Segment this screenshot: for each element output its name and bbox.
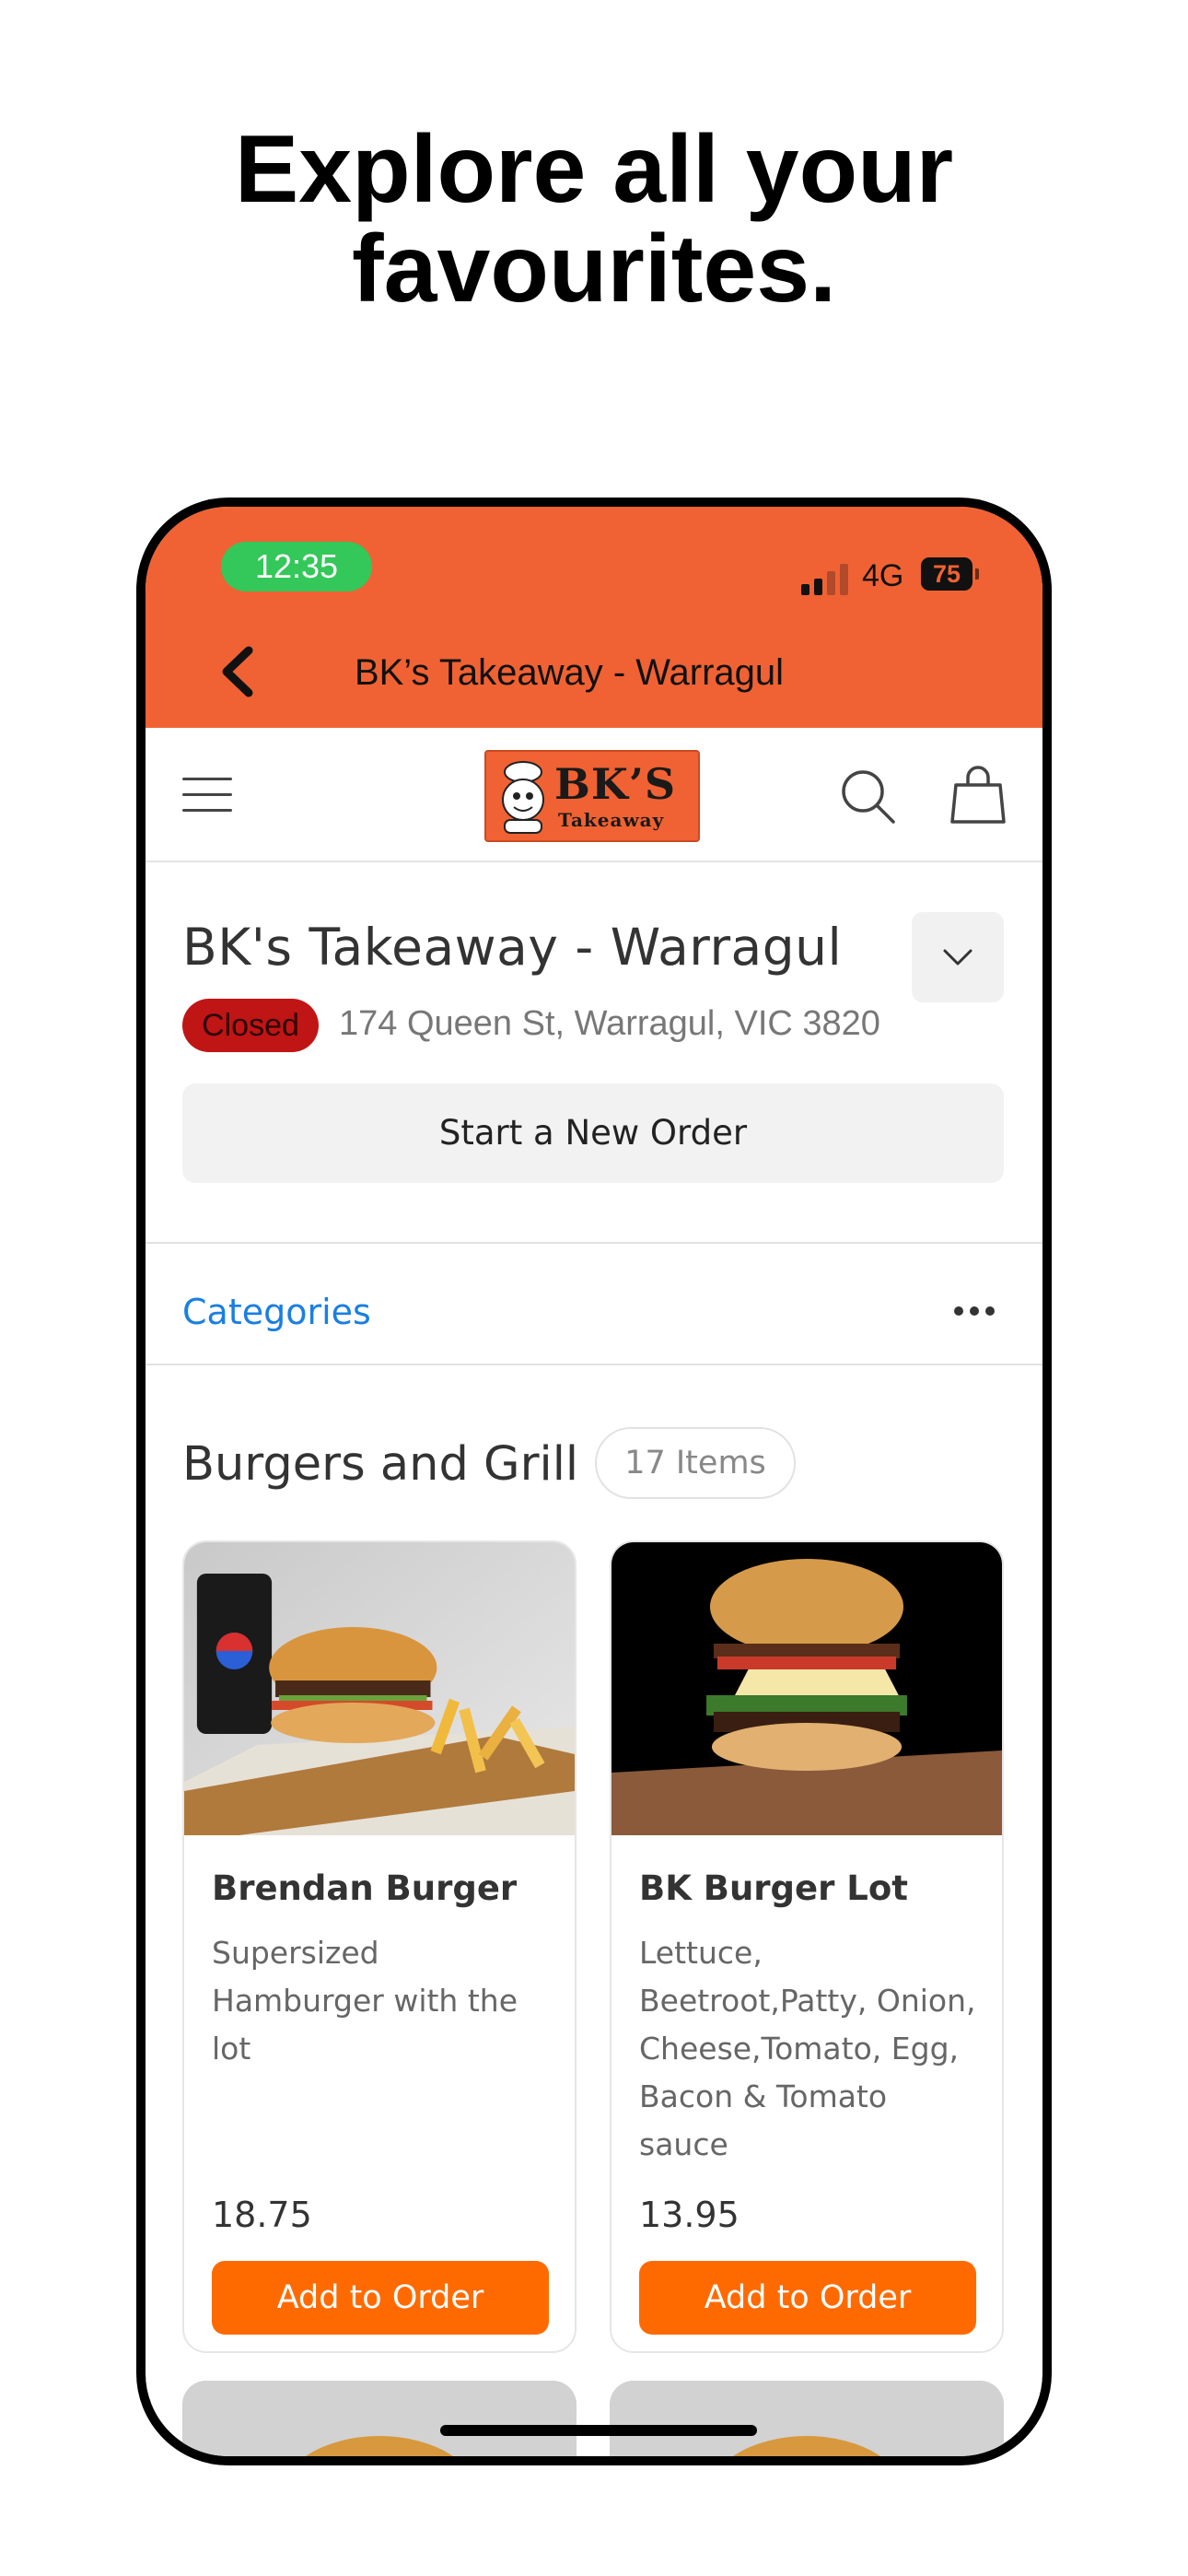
mascot-icon: [502, 761, 544, 834]
back-chevron-icon[interactable]: [215, 643, 262, 700]
battery-icon: 75: [921, 557, 979, 591]
search-icon[interactable]: [838, 767, 897, 825]
promo-headline-line2: favourites.: [352, 216, 836, 322]
status-badge: Closed: [182, 999, 319, 1052]
product-image: [611, 1542, 1002, 1835]
start-new-order-button[interactable]: Start a New Order: [182, 1083, 1004, 1183]
phone-frame: 12:35 4G 75 BK’s Takeaway - Warragul BK’…: [136, 498, 1052, 2465]
store-logo[interactable]: BK’S Takeaway: [484, 750, 700, 842]
product-description: Lettuce, Beetroot,Patty, Onion, Cheese,T…: [639, 1935, 976, 2162]
product-price: 18.75: [212, 2195, 312, 2235]
app-header: BK’S Takeaway: [146, 728, 1042, 862]
product-card[interactable]: Brendan Burger Supersized Hamburger with…: [182, 1540, 577, 2353]
product-card-peek[interactable]: [610, 2381, 1004, 2456]
menu-icon[interactable]: [182, 778, 232, 813]
divider: [146, 1364, 1042, 1365]
product-image: [184, 1542, 575, 1835]
shopping-bag-icon[interactable]: [950, 765, 1006, 825]
home-indicator[interactable]: [440, 2425, 757, 2436]
product-price: 13.95: [639, 2195, 740, 2235]
network-type: 4G: [862, 558, 904, 593]
product-card-peek[interactable]: [182, 2381, 577, 2456]
logo-subtext: Takeaway: [558, 809, 665, 831]
items-count-badge: 17 Items: [595, 1427, 796, 1499]
promo-headline-line1: Explore all your: [234, 116, 954, 223]
divider: [146, 1242, 1042, 1244]
categories-link[interactable]: Categories: [182, 1292, 371, 1332]
add-to-order-button[interactable]: Add to Order: [639, 2261, 976, 2335]
add-to-order-button[interactable]: Add to Order: [212, 2261, 549, 2335]
status-time: 12:35: [221, 542, 372, 591]
signal-icon: [801, 564, 848, 595]
promo-headline: Explore all your favourites.: [0, 120, 1188, 319]
product-description: Supersized Hamburger with the lot: [212, 1935, 518, 2067]
nav-title: BK’s Takeaway - Warragul: [354, 652, 785, 693]
store-name: BK's Takeaway - Warragul: [182, 918, 843, 977]
product-card[interactable]: BK Burger Lot Lettuce, Beetroot,Patty, O…: [610, 1540, 1004, 2353]
status-bar: 12:35 4G 75 BK’s Takeaway - Warragul: [146, 507, 1042, 728]
store-expand-button[interactable]: [912, 912, 1004, 1002]
chevron-down-icon: [943, 949, 973, 966]
more-dots-icon[interactable]: [954, 1306, 995, 1316]
store-address: 174 Queen St, Warragul, VIC 3820: [339, 1004, 880, 1043]
logo-text: BK’S: [554, 759, 677, 809]
product-name: Brendan Burger: [212, 1868, 518, 1908]
section-title: Burgers and Grill: [182, 1437, 579, 1492]
product-name: BK Burger Lot: [639, 1868, 908, 1908]
